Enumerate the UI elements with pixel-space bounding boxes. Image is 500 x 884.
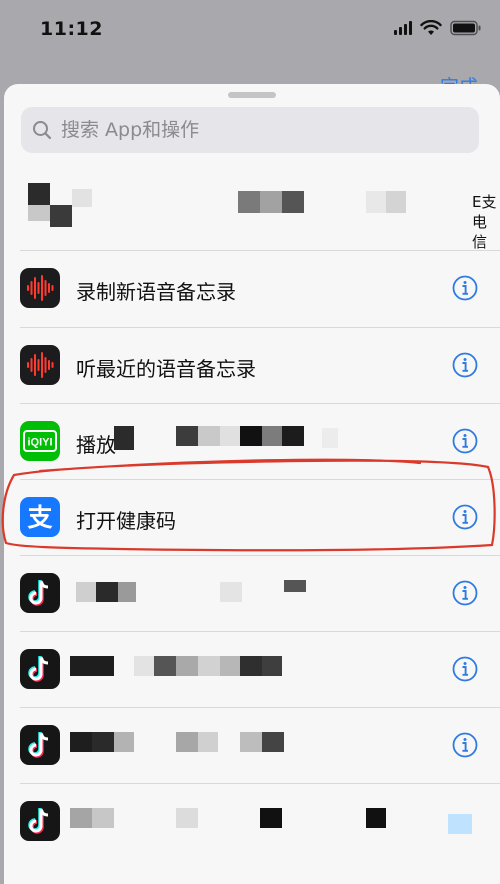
redacted-block bbox=[114, 426, 134, 450]
redacted-block bbox=[386, 191, 406, 213]
action-row-play[interactable]: iQIYI 播放 bbox=[4, 404, 500, 480]
redacted-block bbox=[198, 732, 218, 752]
info-icon[interactable] bbox=[452, 732, 478, 758]
redacted-block bbox=[220, 582, 242, 602]
action-label: 打开健康码 bbox=[76, 509, 176, 533]
redacted-block bbox=[240, 426, 262, 446]
redacted-block bbox=[72, 189, 92, 207]
redacted-block bbox=[282, 191, 304, 213]
redacted-block bbox=[28, 205, 50, 221]
info-icon[interactable] bbox=[452, 352, 478, 378]
redacted-block bbox=[176, 656, 198, 676]
action-label: 播放 bbox=[76, 433, 116, 457]
redacted-block bbox=[70, 732, 92, 752]
status-bar: 11:12 bbox=[0, 0, 500, 62]
strip-right-label-bottom: 电信 bbox=[472, 213, 488, 251]
voice-memos-icon bbox=[20, 268, 60, 308]
action-row-open-health-code[interactable]: 支 打开健康码 bbox=[4, 480, 500, 556]
action-row-record-voice-memo[interactable]: 录制新语音备忘录 bbox=[4, 251, 500, 327]
redacted-block bbox=[282, 426, 304, 446]
action-row-tiktok[interactable] bbox=[4, 784, 500, 860]
redacted-block bbox=[92, 656, 114, 676]
redacted-block bbox=[238, 191, 260, 213]
redacted-block bbox=[114, 732, 134, 752]
redacted-block bbox=[28, 183, 50, 205]
redacted-block bbox=[284, 580, 306, 592]
info-icon[interactable] bbox=[452, 580, 478, 606]
status-icons bbox=[394, 20, 482, 36]
redacted-block bbox=[50, 205, 72, 227]
redacted-block bbox=[198, 656, 220, 676]
add-action-sheet: E支 电信 录制新语音备忘录 bbox=[4, 84, 500, 884]
redacted-block bbox=[322, 428, 338, 448]
action-row-tiktok[interactable] bbox=[4, 556, 500, 632]
redacted-block bbox=[70, 656, 92, 676]
status-time: 11:12 bbox=[40, 18, 103, 40]
iqiyi-icon: iQIYI bbox=[20, 421, 60, 461]
strip-right-label-top: E支 bbox=[472, 193, 497, 211]
action-label: 录制新语音备忘录 bbox=[76, 280, 236, 304]
redacted-block bbox=[70, 808, 92, 828]
redacted-block bbox=[154, 656, 176, 676]
svg-text:iQIYI: iQIYI bbox=[27, 437, 52, 449]
info-icon[interactable] bbox=[452, 656, 478, 682]
redacted-block bbox=[176, 732, 198, 752]
wifi-icon bbox=[420, 20, 442, 35]
redacted-block bbox=[366, 808, 386, 828]
redacted-block bbox=[176, 426, 198, 446]
cellular-signal-icon bbox=[394, 21, 412, 35]
redacted-block bbox=[262, 656, 282, 676]
suggestions-strip[interactable] bbox=[4, 179, 500, 251]
action-row-tiktok[interactable] bbox=[4, 632, 500, 708]
redacted-block bbox=[366, 191, 386, 213]
tiktok-icon bbox=[20, 573, 60, 613]
redacted-block bbox=[240, 656, 262, 676]
action-row-play-recent-voice-memo[interactable]: 听最近的语音备忘录 bbox=[4, 328, 500, 404]
tiktok-icon bbox=[20, 801, 60, 841]
redacted-block bbox=[92, 808, 114, 828]
tiktok-icon bbox=[20, 649, 60, 689]
redacted-block bbox=[198, 426, 220, 446]
strip-right-label: E支 电信 bbox=[472, 192, 500, 252]
redacted-block bbox=[92, 732, 114, 752]
info-icon[interactable] bbox=[452, 428, 478, 454]
action-row-tiktok[interactable] bbox=[4, 708, 500, 784]
redacted-block bbox=[262, 732, 284, 752]
redacted-block bbox=[96, 582, 118, 602]
info-icon[interactable] bbox=[452, 275, 478, 301]
redacted-block bbox=[220, 426, 240, 446]
redacted-block bbox=[240, 732, 262, 752]
redacted-block bbox=[220, 656, 240, 676]
search-bar[interactable] bbox=[21, 107, 479, 153]
tiktok-icon bbox=[20, 725, 60, 765]
sheet-grabber[interactable] bbox=[228, 92, 276, 98]
alipay-icon: 支 bbox=[20, 497, 60, 537]
search-icon bbox=[31, 119, 53, 141]
redacted-block bbox=[262, 426, 282, 446]
redacted-block bbox=[260, 191, 282, 213]
redacted-block bbox=[118, 582, 136, 602]
redacted-block bbox=[260, 808, 282, 828]
voice-memos-icon bbox=[20, 345, 60, 385]
redacted-block bbox=[76, 582, 96, 602]
battery-icon bbox=[450, 20, 481, 36]
search-input[interactable] bbox=[59, 118, 443, 142]
redacted-block bbox=[176, 808, 198, 828]
redacted-block bbox=[134, 656, 154, 676]
redacted-block bbox=[448, 814, 472, 834]
action-label: 听最近的语音备忘录 bbox=[76, 357, 256, 381]
info-icon[interactable] bbox=[452, 504, 478, 530]
